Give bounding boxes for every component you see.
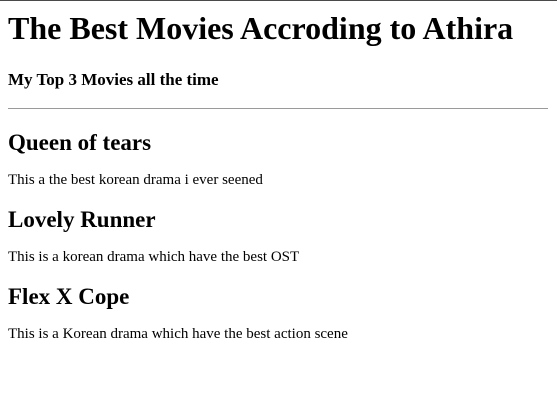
movie-description: This is a Korean drama which have the be… bbox=[8, 326, 348, 342]
movie-item-flex-x-cope: Flex X Cope This is a Korean drama which… bbox=[8, 283, 549, 343]
page-content: The Best Movies Accroding to Athira My T… bbox=[8, 0, 549, 343]
web-page: { "page": { "title": "The Best Movies Ac… bbox=[0, 0, 557, 406]
section-divider bbox=[8, 108, 548, 109]
movie-item-lovely-runner: Lovely Runner This is a korean drama whi… bbox=[8, 206, 549, 266]
movie-description: This a the best korean drama i ever seen… bbox=[8, 172, 263, 188]
movie-title: Queen of tears bbox=[8, 130, 152, 155]
page-subtitle: My Top 3 Movies all the time bbox=[8, 70, 219, 89]
movie-title: Flex X Cope bbox=[8, 284, 130, 309]
movie-description: This is a korean drama which have the be… bbox=[8, 249, 300, 265]
page-title: The Best Movies Accroding to Athira bbox=[8, 10, 514, 46]
movie-item-queen-of-tears: Queen of tears This a the best korean dr… bbox=[8, 129, 549, 189]
movie-title: Lovely Runner bbox=[8, 207, 156, 232]
